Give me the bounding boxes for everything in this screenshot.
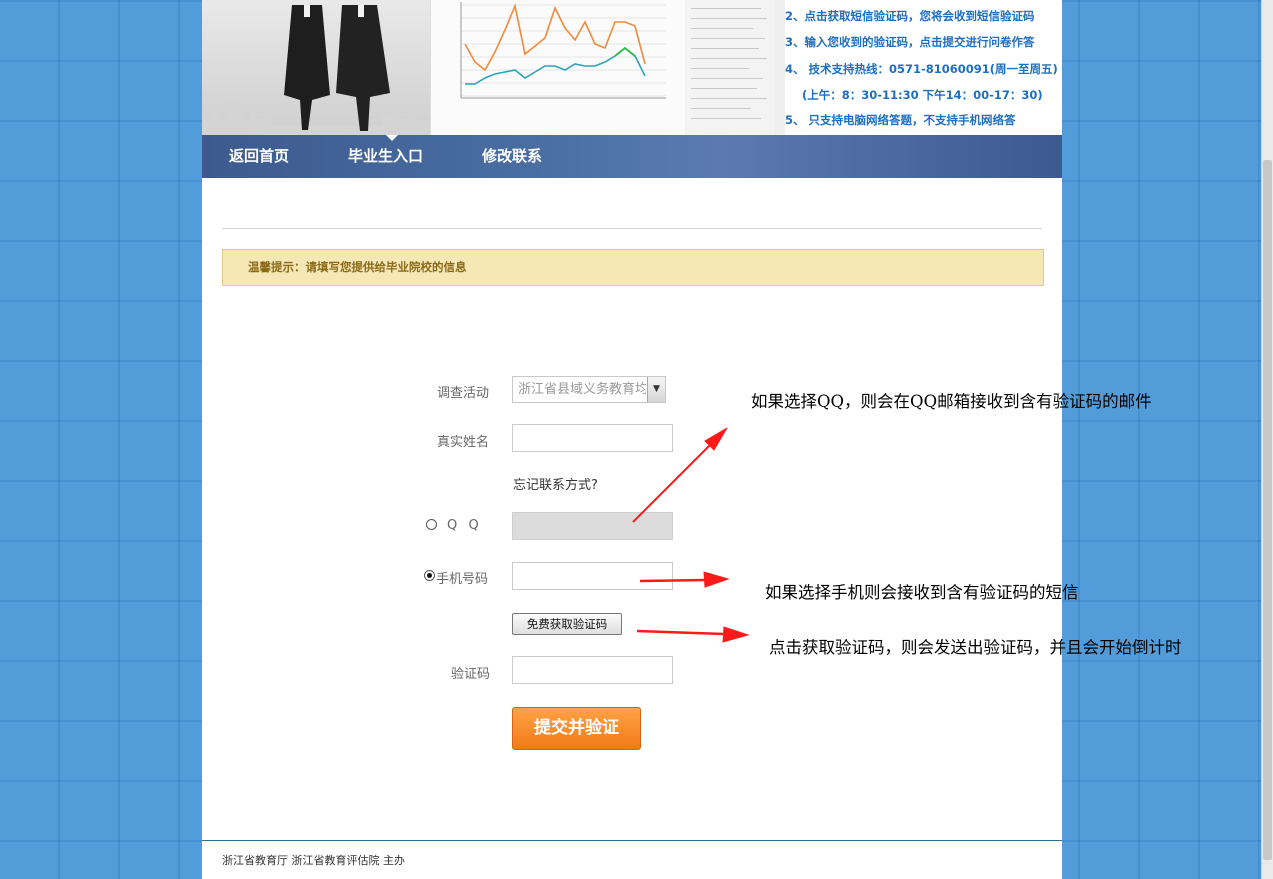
step-4-hours: (上午：8：30-11:30 下午14：00-17：30) <box>802 88 1043 102</box>
step-3: 3、输入您收到的验证码，点击提交进行问卷作答 <box>785 35 1035 49</box>
survey-select[interactable]: 浙江省县域义务教育均 ▼ <box>512 376 666 403</box>
footer-divider <box>202 840 1062 841</box>
survey-label: 调查活动 <box>437 386 490 401</box>
verification-code-input[interactable] <box>512 656 673 684</box>
notice-box: 温馨提示：请填写您提供给毕业院校的信息 <box>222 249 1044 286</box>
qq-label: Q Q <box>447 518 480 533</box>
vertical-scrollbar[interactable] <box>1261 0 1273 879</box>
nav-graduate-entry[interactable]: 毕业生入口 <box>348 135 423 178</box>
nav-edit-contact[interactable]: 修改联系 <box>482 135 542 178</box>
active-nav-indicator <box>386 135 398 141</box>
nav-home[interactable]: 返回首页 <box>229 135 289 178</box>
trend-chart-graphic <box>430 0 686 135</box>
phone-label: 手机号码 <box>436 572 489 587</box>
survey-select-value: 浙江省县域义务教育均 <box>518 382 646 397</box>
qq-annotation: 如果选择QQ，则会在QQ邮箱接收到含有验证码的邮件 <box>751 392 1152 411</box>
scrollbar-thumb[interactable] <box>1263 160 1272 860</box>
phone-annotation: 如果选择手机则会接收到含有验证码的短信 <box>765 583 1079 602</box>
main-nav: 返回首页 毕业生入口 修改联系 <box>202 135 1062 178</box>
instruction-steps: 2、点击获取短信验证码，您将会收到短信验证码 3、输入您收到的验证码，点击提交进… <box>785 0 1062 135</box>
page-container: 2、点击获取短信验证码，您将会收到短信验证码 3、输入您收到的验证码，点击提交进… <box>202 0 1062 879</box>
step-5: 5、 只支持电脑网络答题，不支持手机网络答 <box>785 113 1016 127</box>
phone-radio[interactable] <box>424 570 435 581</box>
content-divider <box>222 228 1042 229</box>
code-annotation: 点击获取验证码，则会发送出验证码，并且会开始倒计时 <box>769 638 1182 657</box>
name-label: 真实姓名 <box>437 435 490 450</box>
chevron-down-icon[interactable]: ▼ <box>647 377 665 402</box>
submit-verify-button[interactable]: 提交并验证 <box>512 707 641 750</box>
footer-text: 浙江省教育厅 浙江省教育评估院 主办 <box>222 854 405 867</box>
graduate-figures <box>284 5 390 131</box>
questionnaire-paper-graphic <box>685 0 775 135</box>
header-banner: 2、点击获取短信验证码，您将会收到短信验证码 3、输入您收到的验证码，点击提交进… <box>202 0 1062 135</box>
qq-radio[interactable] <box>426 519 437 530</box>
code-label: 验证码 <box>451 667 491 682</box>
phone-input[interactable] <box>512 562 673 590</box>
step-2: 2、点击获取短信验证码，您将会收到短信验证码 <box>785 9 1035 23</box>
notice-text: 温馨提示：请填写您提供给毕业院校的信息 <box>248 260 467 274</box>
real-name-input[interactable] <box>512 424 673 452</box>
forgot-contact-text: 忘记联系方式? <box>513 478 598 493</box>
trend-chart-svg <box>460 2 666 99</box>
qq-input[interactable] <box>512 512 673 540</box>
get-code-button[interactable]: 免费获取验证码 <box>512 613 622 635</box>
step-4: 4、 技术支持热线：0571-81060091(周一至周五) <box>785 62 1058 76</box>
graduates-photo <box>202 0 430 135</box>
